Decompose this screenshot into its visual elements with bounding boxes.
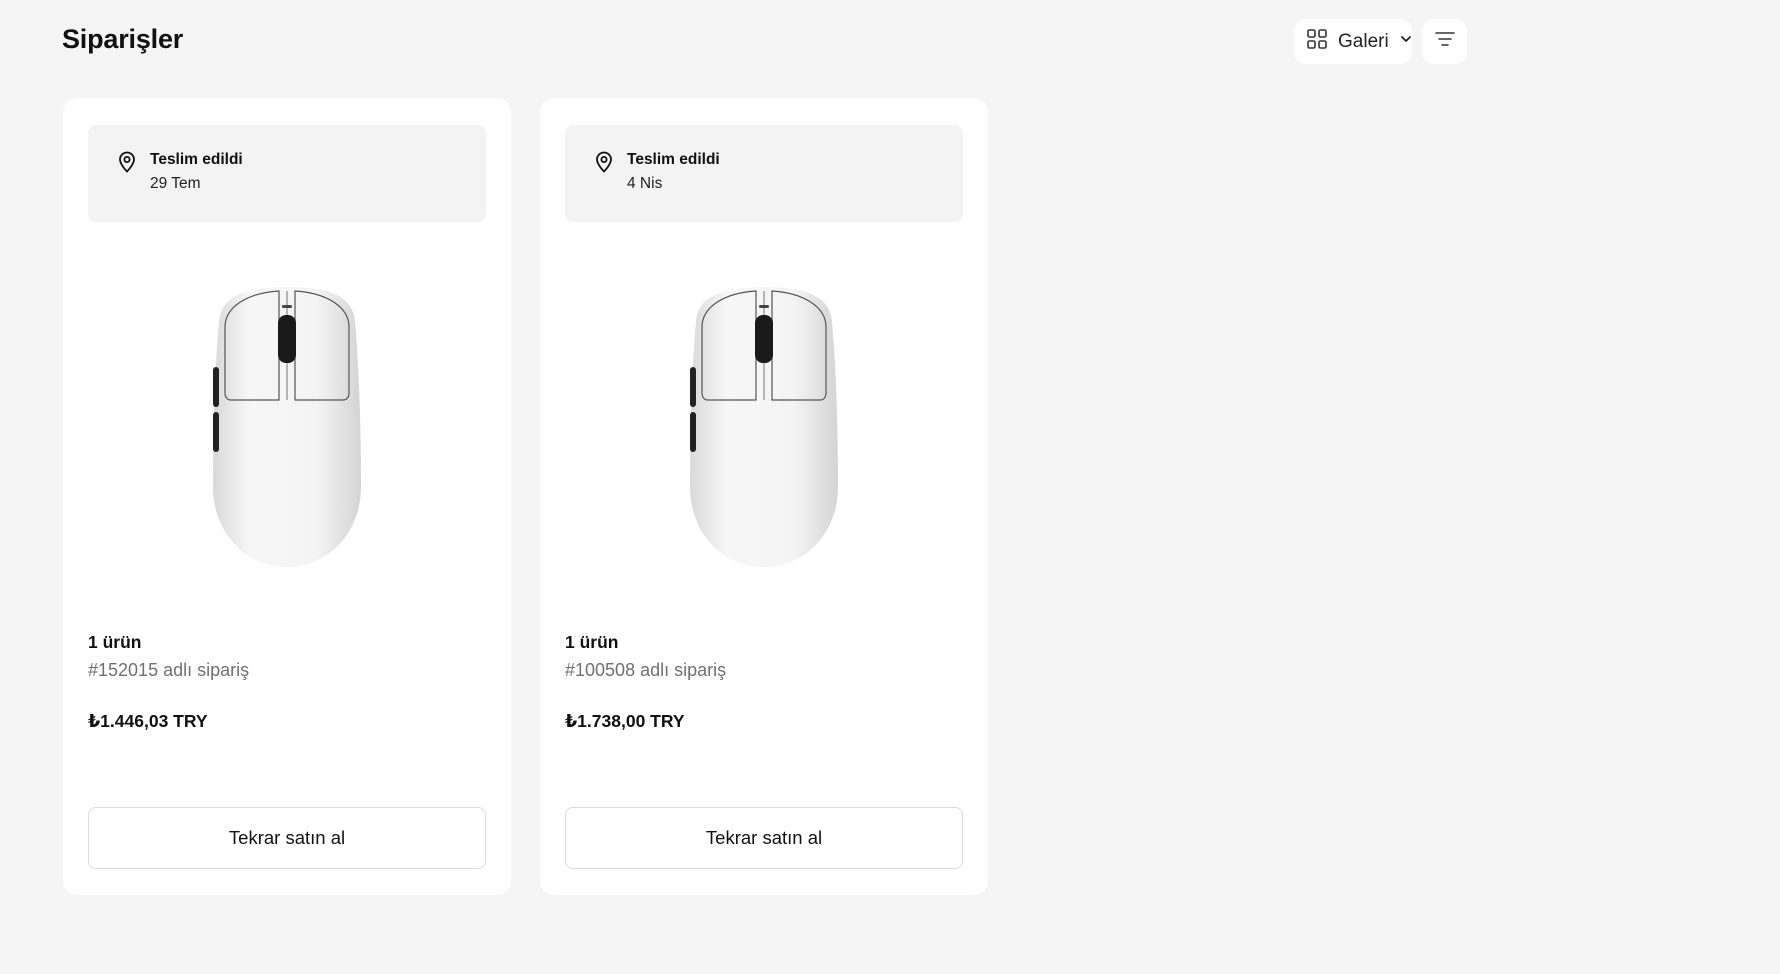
product-image[interactable] (565, 222, 963, 632)
orders-grid: Teslim edildi 29 Tem 1 ürün #152015 adlı… (63, 98, 988, 895)
items-count: 1 ürün (88, 632, 142, 652)
product-image[interactable] (88, 222, 486, 632)
order-price: ₺1.446,03 TRY (88, 711, 208, 731)
orders-page: Siparişler Galeri Teslim edildi 29 Tem 1… (0, 0, 1780, 974)
computer-mouse-image (690, 287, 838, 567)
delivery-status: Teslim edildi (150, 151, 243, 168)
order-card[interactable]: Teslim edildi 29 Tem 1 ürün #152015 adlı… (63, 98, 511, 895)
delivery-status-box: Teslim edildi 4 Nis (565, 125, 963, 222)
order-price: ₺1.738,00 TRY (565, 711, 685, 731)
page-title: Siparişler (62, 24, 184, 54)
filter-button[interactable] (1422, 19, 1467, 64)
buy-again-button[interactable]: Tekrar satın al (88, 807, 486, 869)
order-number: #100508 adlı sipariş (565, 660, 727, 680)
order-card[interactable]: Teslim edildi 4 Nis 1 ürün #100508 adlı … (540, 98, 988, 895)
view-selector-label: Galeri (1338, 30, 1389, 52)
filter-icon (1433, 27, 1457, 56)
view-selector-button[interactable]: Galeri (1294, 19, 1412, 64)
toolbar: Galeri (1294, 19, 1467, 64)
delivery-date: 29 Tem (150, 175, 201, 192)
delivery-date: 4 Nis (627, 175, 663, 192)
location-pin-icon (594, 151, 614, 178)
delivery-status-box: Teslim edildi 29 Tem (88, 125, 486, 222)
buy-again-button[interactable]: Tekrar satın al (565, 807, 963, 869)
computer-mouse-image (213, 287, 361, 567)
chevron-down-icon (1399, 32, 1413, 51)
order-number: #152015 adlı sipariş (88, 660, 250, 680)
location-pin-icon (117, 151, 137, 178)
delivery-status: Teslim edildi (627, 151, 720, 168)
items-count: 1 ürün (565, 632, 619, 652)
grid-icon (1306, 28, 1328, 55)
